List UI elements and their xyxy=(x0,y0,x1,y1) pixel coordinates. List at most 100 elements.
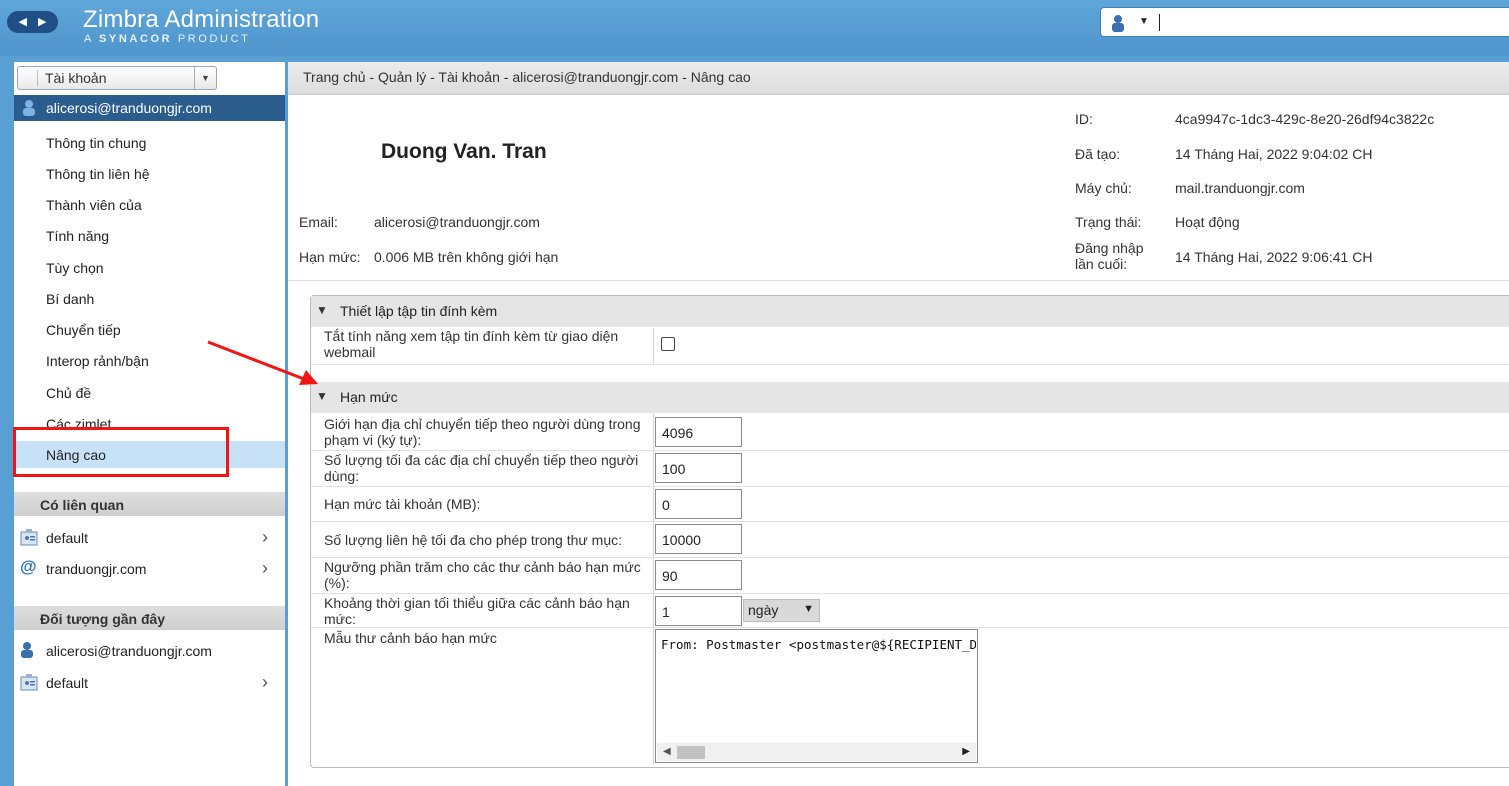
view-selector[interactable]: Tài khoản ▼ xyxy=(17,66,217,90)
row-divider xyxy=(311,364,1509,365)
row-divider xyxy=(311,521,1509,522)
quota-warn-percent-label: Ngưỡng phần trăm cho các thư cảnh báo hạ… xyxy=(324,559,641,591)
selected-account-label: alicerosi@tranduongjr.com xyxy=(46,100,212,116)
max-contacts-input[interactable]: 10000 xyxy=(655,524,742,554)
app-header: ◀ ▶ Zimbra Administration A SYNACOR PROD… xyxy=(0,0,1509,56)
scroll-right-icon[interactable]: ▶ xyxy=(962,746,970,757)
sidebar-item-aliases[interactable]: Bí danh xyxy=(46,291,94,307)
related-item-label: tranduongjr.com xyxy=(46,561,147,577)
related-section-header: Có liên quan xyxy=(14,492,285,516)
sidebar-item-interop[interactable]: Interop rảnh/bận xyxy=(46,353,149,369)
main-content-panel: Trang chủ - Quản lý - Tài khoản - alicer… xyxy=(288,62,1509,786)
related-item-label: default xyxy=(46,530,89,546)
row-divider xyxy=(311,486,1509,487)
recent-objects-section-header: Đối tượng gần đây xyxy=(14,606,285,630)
quota-warn-template-textarea[interactable]: From: Postmaster <postmaster@${RECIPIENT… xyxy=(655,629,978,763)
user-type-icon[interactable] xyxy=(1111,14,1125,35)
account-quota-label: Hạn mức tài khoản (MB): xyxy=(324,496,481,512)
chevron-right-icon[interactable]: › xyxy=(262,527,268,548)
attachment-settings-header[interactable]: ▼ Thiết lập tập tin đính kèm xyxy=(311,296,1509,327)
sidebar-item-member-of[interactable]: Thành viên của xyxy=(46,197,142,213)
server-label: Máy chủ: xyxy=(1075,180,1132,196)
email-label: Email: xyxy=(299,214,338,230)
chevron-right-icon[interactable]: › xyxy=(262,672,268,693)
view-selector-label: Tài khoản xyxy=(45,70,107,86)
quota-warn-template-label: Mẫu thư cảnh báo hạn mức xyxy=(324,630,497,646)
chevron-down-icon[interactable]: ▼ xyxy=(803,603,814,615)
template-text: From: Postmaster <postmaster@${RECIPIENT… xyxy=(661,637,976,652)
last-login-value: 14 Tháng Hai, 2022 9:06:41 CH xyxy=(1175,249,1373,265)
sidebar-item-preferences[interactable]: Tùy chọn xyxy=(46,260,104,276)
sidebar-item-general-info[interactable]: Thông tin chung xyxy=(46,135,146,151)
id-value: 4ca9947c-1dc3-429c-8e20-26df94c3822c xyxy=(1175,111,1435,127)
row-divider xyxy=(311,450,1509,451)
collapse-triangle-icon[interactable]: ▼ xyxy=(316,303,328,317)
annotation-highlight-box xyxy=(13,427,229,477)
last-login-label: Đăng nhập lần cuối: xyxy=(1075,240,1144,272)
user-icon xyxy=(20,641,34,661)
interval-unit-select[interactable]: ngày ▼ xyxy=(743,599,820,622)
cos-icon xyxy=(20,673,38,694)
email-value: alicerosi@tranduongjr.com xyxy=(374,214,540,230)
chevron-down-icon[interactable]: ▼ xyxy=(194,67,216,89)
left-navigation-panel: Tài khoản ▼ alicerosi@tranduongjr.com Th… xyxy=(14,62,285,786)
quota-settings-header[interactable]: ▼ Hạn mức xyxy=(311,382,1509,413)
app-subtitle: A SYNACOR PRODUCT xyxy=(84,33,251,45)
horizontal-scrollbar[interactable]: ◀ ▶ xyxy=(657,743,976,761)
quota-warn-interval-input[interactable]: 1 xyxy=(655,596,742,626)
scrollbar-thumb[interactable] xyxy=(677,746,705,759)
created-label: Đã tạo: xyxy=(1075,146,1121,162)
max-contacts-label: Số lượng liên hệ tối đa cho phép trong t… xyxy=(324,532,622,548)
disable-attachment-view-label: Tắt tính năng xem tập tin đính kèm từ gi… xyxy=(324,328,619,360)
breadcrumb: Trang chủ - Quản lý - Tài khoản - alicer… xyxy=(288,62,1509,95)
row-divider xyxy=(311,593,1509,594)
chevron-right-icon[interactable]: › xyxy=(262,558,268,579)
scroll-left-icon[interactable]: ◀ xyxy=(663,746,671,757)
attachment-settings-title: Thiết lập tập tin đính kèm xyxy=(340,303,498,319)
status-value: Hoạt động xyxy=(1175,214,1240,230)
sidebar-item-forwarding[interactable]: Chuyển tiếp xyxy=(46,322,121,338)
search-input[interactable]: ▼ xyxy=(1100,7,1509,37)
app-title: Zimbra Administration xyxy=(83,6,320,33)
sidebar-item-features[interactable]: Tính năng xyxy=(46,228,109,244)
column-divider xyxy=(653,328,654,364)
related-item-cos[interactable]: default › xyxy=(14,525,285,551)
breadcrumb-text: Trang chủ - Quản lý - Tài khoản - alicer… xyxy=(303,69,751,85)
quota-label: Hạn mức: xyxy=(299,249,361,265)
recent-item-label: alicerosi@tranduongjr.com xyxy=(46,643,212,659)
forward-address-length-input[interactable]: 4096 xyxy=(655,417,742,447)
id-label: ID: xyxy=(1075,111,1093,127)
forward-address-length-label: Giới hạn địa chỉ chuyển tiếp theo người … xyxy=(324,416,641,448)
text-cursor xyxy=(1159,14,1160,31)
max-forward-addresses-input[interactable]: 100 xyxy=(655,453,742,483)
recent-item-cos[interactable]: default › xyxy=(14,670,285,696)
search-type-dropdown-icon[interactable]: ▼ xyxy=(1139,16,1149,27)
quota-warn-interval-label: Khoảng thời gian tối thiểu giữa các cảnh… xyxy=(324,595,630,627)
account-full-name: Duong Van. Tran xyxy=(381,140,547,163)
max-forward-addresses-label: Số lượng tối đa các địa chỉ chuyển tiếp … xyxy=(324,452,639,484)
row-divider xyxy=(311,627,1509,628)
recent-item-account[interactable]: alicerosi@tranduongjr.com xyxy=(14,638,285,664)
created-value: 14 Tháng Hai, 2022 9:04:02 CH xyxy=(1175,146,1373,162)
quota-settings-title: Hạn mức xyxy=(340,389,398,405)
quota-warn-percent-input[interactable]: 90 xyxy=(655,560,742,590)
at-domain-icon: @ xyxy=(20,557,37,576)
server-value: mail.tranduongjr.com xyxy=(1175,180,1305,196)
sidebar-item-themes[interactable]: Chủ đề xyxy=(46,385,91,401)
back-chevron-icon[interactable] xyxy=(24,70,38,86)
annotation-arrow-icon xyxy=(207,340,318,385)
row-divider xyxy=(311,557,1509,558)
sidebar-item-contact-info[interactable]: Thông tin liên hệ xyxy=(46,166,150,182)
quota-value: 0.006 MB trên không giới hạn xyxy=(374,249,559,265)
back-arrow-icon[interactable]: ◀ xyxy=(19,16,27,28)
history-nav[interactable]: ◀ ▶ xyxy=(7,11,58,33)
cos-icon xyxy=(20,528,38,549)
related-item-domain[interactable]: @ tranduongjr.com › xyxy=(14,556,285,582)
account-quota-input[interactable]: 0 xyxy=(655,489,742,519)
disable-attachment-view-checkbox[interactable] xyxy=(661,337,675,351)
forward-arrow-icon[interactable]: ▶ xyxy=(38,16,46,28)
selected-account[interactable]: alicerosi@tranduongjr.com xyxy=(14,95,285,121)
user-icon xyxy=(22,99,36,119)
status-label: Trạng thái: xyxy=(1075,214,1142,230)
divider xyxy=(288,280,1509,281)
